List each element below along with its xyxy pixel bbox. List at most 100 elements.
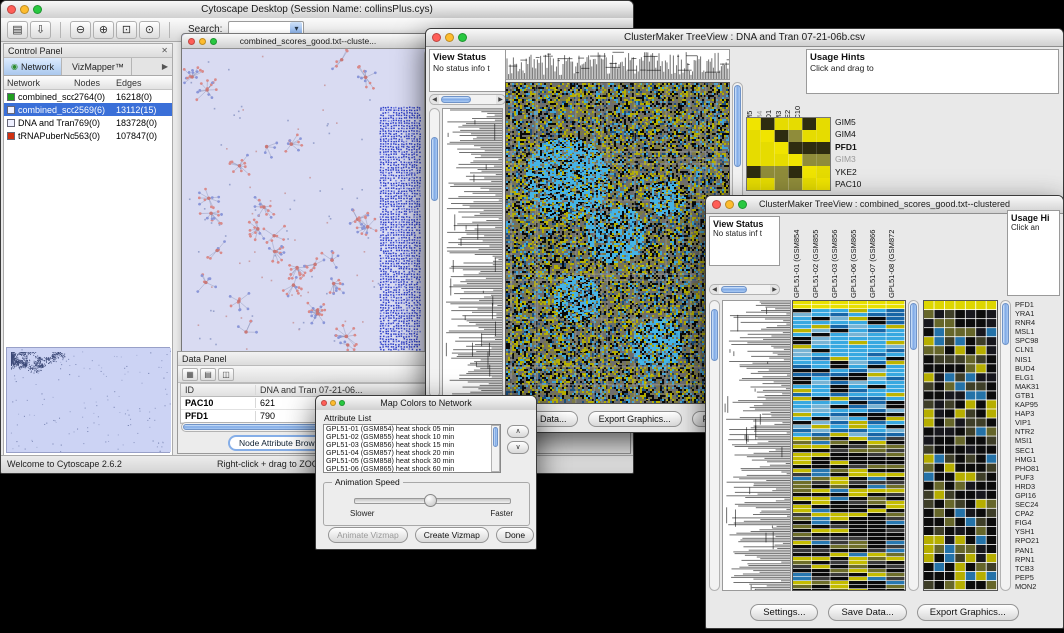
scroll-right-icon[interactable]: ▶ [496, 95, 505, 104]
gene-label[interactable]: SPC98 [1015, 336, 1060, 345]
gene-label[interactable]: MAK31 [1015, 382, 1060, 391]
gene-label[interactable]: PEP5 [1015, 573, 1060, 582]
heatmap-zoom-view[interactable] [923, 300, 998, 591]
gene-label[interactable]: GIM4 [835, 128, 861, 140]
gene-label[interactable]: PFD1 [835, 141, 861, 153]
done-button[interactable]: Done [496, 527, 534, 543]
close-window-button[interactable] [7, 5, 16, 14]
gene-label[interactable]: NIS1 [1015, 355, 1060, 364]
listbox-scrollbar[interactable] [491, 425, 500, 472]
close-window-button[interactable] [321, 400, 327, 406]
zoom-window-button[interactable] [339, 400, 345, 406]
gene-label[interactable]: PAC10 [835, 178, 861, 190]
gene-label[interactable]: VIP1 [1015, 418, 1060, 427]
gene-label[interactable]: RPN1 [1015, 555, 1060, 564]
gene-label[interactable]: PHO81 [1015, 464, 1060, 473]
minimize-window-button[interactable] [330, 400, 336, 406]
tRNAPuberNov2...[interactable]: tRNAPuberNov2... 563(0) 107847(0) [4, 129, 172, 142]
column-label[interactable]: GPL51-06 (GSM865 [849, 210, 868, 298]
gene-label[interactable]: FIG4 [1015, 518, 1060, 527]
DNA and Tran 07...[interactable]: DNA and Tran 07... 769(0) 183728(0) [4, 116, 172, 129]
gene-label[interactable]: YKE2 [835, 166, 861, 178]
minimize-window-button[interactable] [20, 5, 29, 14]
close-window-button[interactable] [432, 33, 441, 42]
gene-label[interactable]: ELG1 [1015, 373, 1060, 382]
gene-label[interactable]: RNR4 [1015, 318, 1060, 327]
zoom-window-button[interactable] [210, 38, 217, 45]
gene-label[interactable]: BUD4 [1015, 364, 1060, 373]
scroll-right-icon[interactable]: ▶ [770, 285, 779, 294]
save-data-button[interactable]: Save Data... [828, 604, 906, 621]
settings-button[interactable]: Settings... [750, 604, 818, 621]
zoom-in-icon[interactable]: ⊕ [93, 21, 114, 39]
gene-label[interactable]: PFD1 [1015, 300, 1060, 309]
zoom-fit-icon[interactable]: ⊡ [116, 21, 137, 39]
column-label[interactable]: GPL51-08 (GSM872 [887, 210, 906, 298]
combined_scores[interactable]: combined_scores 2764(0) 16218(0) [4, 90, 172, 103]
gene-label[interactable]: GPI16 [1015, 491, 1060, 500]
row-vertical-scrollbar[interactable] [429, 108, 440, 398]
close-window-button[interactable] [188, 38, 195, 45]
scroll-left-icon[interactable]: ◀ [710, 285, 719, 294]
attribute-table-icon[interactable]: ▤ [200, 368, 216, 381]
dendrogram-zoom-scrollbar[interactable]: ◀ ▶ [709, 284, 780, 295]
main-window-titlebar[interactable]: Cytoscape Desktop (Session Name: collins… [1, 1, 633, 19]
network-overview-thumbnail[interactable] [6, 347, 170, 453]
treeview-dna-titlebar[interactable]: ClusterMaker TreeView : DNA and Tran 07-… [426, 29, 1063, 47]
gene-label[interactable]: KAP95 [1015, 400, 1060, 409]
dendrogram-zoom-scrollbar[interactable]: ◀ ▶ [429, 94, 506, 105]
zoom-vertical-scrollbar[interactable] [1000, 300, 1011, 591]
scroll-left-icon[interactable]: ◀ [430, 95, 439, 104]
row-dendrogram[interactable] [722, 300, 791, 591]
open-session-icon[interactable]: ▤ [7, 21, 28, 39]
column-label[interactable]: GPL51-02 (GSM855 [811, 210, 830, 298]
gene-label[interactable]: CLN1 [1015, 345, 1060, 354]
zoom-window-button[interactable] [33, 5, 42, 14]
column-dendrogram[interactable] [505, 49, 730, 80]
attribute-listbox[interactable]: GPL51-01 (GSM854) heat shock 05 minGPL51… [323, 424, 501, 473]
gene-label[interactable]: RPO21 [1015, 536, 1060, 545]
minimize-window-button[interactable] [725, 200, 734, 209]
create-vizmap-button[interactable]: Create Vizmap [415, 527, 489, 543]
tab-network[interactable]: ◉Network [4, 58, 62, 75]
move-down-button[interactable]: ∨ [507, 441, 529, 454]
gene-label[interactable]: NTR2 [1015, 427, 1060, 436]
minimize-window-button[interactable] [445, 33, 454, 42]
heatmap-vertical-scrollbar[interactable] [908, 300, 919, 591]
network-view-titlebar[interactable]: combined_scores_good.txt--cluste... [182, 34, 434, 49]
close-window-button[interactable] [712, 200, 721, 209]
heatmap-zoom-view[interactable] [746, 117, 831, 191]
heatmap-main[interactable] [792, 300, 906, 591]
gene-label[interactable]: SEC1 [1015, 446, 1060, 455]
select-attributes-icon[interactable]: ▦ [182, 368, 198, 381]
gene-label[interactable]: MON2 [1015, 582, 1060, 591]
row-dendrogram[interactable] [442, 108, 503, 398]
minimize-window-button[interactable] [199, 38, 206, 45]
gene-label[interactable]: GTB1 [1015, 391, 1060, 400]
network-graph-canvas[interactable] [182, 49, 422, 360]
attribute-batch-icon[interactable]: ◫ [218, 368, 234, 381]
gene-label[interactable]: MSI1 [1015, 436, 1060, 445]
move-up-button[interactable]: ∧ [507, 425, 529, 438]
heatmap-main[interactable] [505, 82, 730, 404]
gene-label[interactable]: GIM3 [835, 153, 861, 165]
animate-vizmap-button[interactable]: Animate Vizmap [328, 527, 408, 543]
gene-label[interactable]: MSL1 [1015, 327, 1060, 336]
column-label[interactable]: GPL51-03 (GSM856 [830, 210, 849, 298]
gene-label[interactable]: HMG1 [1015, 455, 1060, 464]
column-label[interactable]: GPL51-07 (GSM866 [868, 210, 887, 298]
gene-label[interactable]: TCB3 [1015, 564, 1060, 573]
tab-vizmapper[interactable]: VizMapper™ [62, 58, 132, 75]
attribute-item[interactable]: GPL51-06 (GSM865) heat shock 60 min [324, 465, 500, 473]
gene-label[interactable]: HAP3 [1015, 409, 1060, 418]
tab-overflow-icon[interactable]: ▶ [158, 58, 172, 75]
zoom-window-button[interactable] [738, 200, 747, 209]
zoom-window-button[interactable] [458, 33, 467, 42]
combined_sco...[interactable]: combined_sco... 2569(6) 13112(15) [4, 103, 172, 116]
import-network-icon[interactable]: ⇩ [30, 21, 51, 39]
gene-label[interactable]: PUF3 [1015, 473, 1060, 482]
speed-slider[interactable] [354, 498, 511, 504]
dialog-titlebar[interactable]: Map Colors to Network [316, 396, 536, 411]
gene-label[interactable]: PAN1 [1015, 546, 1060, 555]
slider-thumb[interactable] [424, 494, 437, 507]
